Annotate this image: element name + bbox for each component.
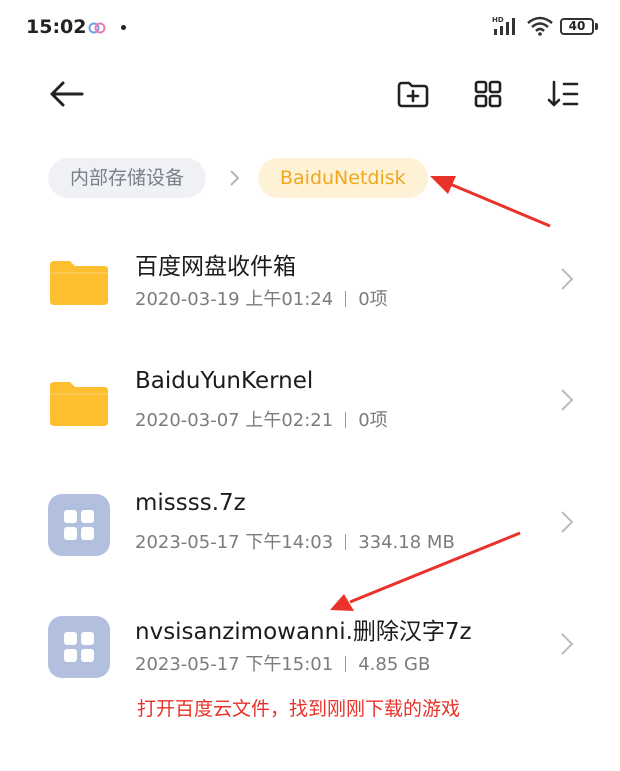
file-name: nvsisanzimowanni.删除汉字7z	[135, 619, 472, 645]
file-name: 百度网盘收件箱	[135, 254, 296, 280]
wifi-icon	[527, 16, 553, 40]
file-meta: 2020-03-07 上午02:21 0项	[135, 410, 388, 431]
file-name: missss.7z	[135, 490, 246, 516]
folder-add-icon	[397, 80, 429, 112]
breadcrumb-root[interactable]: 内部存储设备	[48, 158, 207, 198]
chevron-right-icon	[560, 388, 574, 416]
status-time: 15:02	[26, 16, 87, 38]
annotation-text: 打开百度云文件，找到刚刚下载的游戏	[137, 698, 461, 720]
file-name: BaiduYunKernel	[135, 368, 314, 394]
sort-icon	[547, 80, 579, 112]
list-item[interactable]: BaiduYunKernel 2020-03-07 上午02:21 0项	[0, 358, 620, 478]
notification-dot	[121, 25, 126, 30]
chevron-right-icon	[560, 267, 574, 295]
breadcrumb-current[interactable]: BaiduNetdisk	[258, 158, 428, 198]
chevron-right-icon	[560, 632, 574, 660]
network-tag: HD	[492, 16, 504, 24]
archive-file-icon	[48, 494, 110, 556]
grid-icon	[474, 80, 502, 112]
file-meta: 2023-05-17 下午14:03 334.18 MB	[135, 532, 455, 553]
annotation-arrow-1	[430, 176, 551, 228]
sort-button[interactable]	[539, 72, 587, 120]
chevron-right-icon	[229, 169, 241, 191]
file-meta: 2023-05-17 下午15:01 4.85 GB	[135, 654, 431, 675]
arrow-left-icon	[48, 80, 84, 112]
folder-icon	[48, 251, 110, 313]
chevron-right-icon	[560, 510, 574, 538]
archive-file-icon	[48, 616, 110, 678]
folder-icon	[48, 372, 110, 434]
signal-icon: HD	[492, 15, 522, 41]
battery-cap	[595, 23, 598, 30]
list-item[interactable]: missss.7z 2023-05-17 下午14:03 334.18 MB	[0, 480, 620, 600]
battery-indicator: 40	[560, 18, 594, 35]
new-folder-button[interactable]	[389, 72, 437, 120]
grid-view-button[interactable]	[464, 72, 512, 120]
list-item[interactable]: 百度网盘收件箱 2020-03-19 上午01:24 0项	[0, 237, 620, 357]
file-meta: 2020-03-19 上午01:24 0项	[135, 289, 388, 310]
status-bar: 15:02 HD 40	[0, 0, 620, 56]
cloud-app-icon	[88, 19, 106, 38]
back-button[interactable]	[42, 72, 90, 120]
